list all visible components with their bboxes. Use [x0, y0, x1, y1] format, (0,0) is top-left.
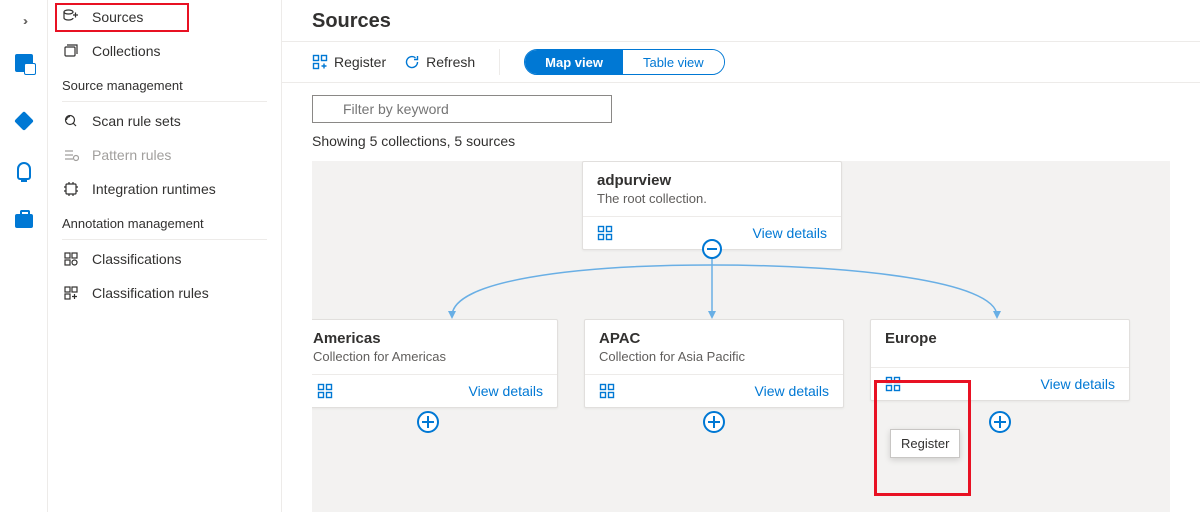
collections-icon [62, 42, 80, 60]
scan-icon [62, 112, 80, 130]
rail-item-overview[interactable] [0, 42, 48, 84]
view-details-link[interactable]: View details [753, 225, 827, 241]
integration-icon [62, 180, 80, 198]
card-subtitle [871, 349, 1129, 367]
sidebar-item-sources[interactable]: Sources [48, 0, 281, 34]
refresh-label: Refresh [426, 54, 475, 70]
sidebar-item-label: Classifications [92, 251, 181, 267]
sidebar-item-classification-rules[interactable]: Classification rules [48, 276, 281, 310]
view-details-link[interactable]: View details [755, 383, 829, 399]
view-toggle: Map view Table view [524, 49, 725, 75]
classification-rules-icon [62, 284, 80, 302]
expand-button-americas[interactable] [417, 411, 439, 433]
table-view-tab[interactable]: Table view [623, 50, 724, 74]
bulb-icon [17, 162, 31, 180]
sidebar-item-label: Integration runtimes [92, 181, 216, 197]
main: Sources Register Refresh Map view Table … [282, 0, 1200, 512]
icon-rail: ›› [0, 0, 48, 512]
sidebar-item-label: Collections [92, 43, 160, 59]
rail-item-insights[interactable] [0, 150, 48, 192]
collection-card-apac[interactable]: APAC Collection for Asia Pacific View de… [584, 319, 844, 408]
filter-input[interactable] [312, 95, 612, 123]
divider [499, 49, 500, 75]
view-details-link[interactable]: View details [469, 383, 543, 399]
grid-icon[interactable] [317, 383, 333, 399]
sidebar-item-label: Classification rules [92, 285, 209, 301]
card-subtitle: Collection for Asia Pacific [585, 349, 843, 374]
briefcase-icon [15, 214, 33, 228]
map-view-tab[interactable]: Map view [525, 50, 623, 74]
card-subtitle: The root collection. [583, 191, 841, 216]
filter-row [282, 83, 1200, 129]
sidebar-item-collections[interactable]: Collections [48, 34, 281, 68]
register-button[interactable]: Register [312, 54, 386, 70]
grid-plus-icon [312, 54, 328, 70]
sidebar-item-scan-rule-sets[interactable]: Scan rule sets [48, 104, 281, 138]
expand-button-apac[interactable] [703, 411, 725, 433]
sidebar: Sources Collections Source management Sc… [48, 0, 282, 512]
collapse-button[interactable] [702, 239, 722, 259]
refresh-button[interactable]: Refresh [404, 54, 475, 70]
overview-icon [15, 54, 33, 72]
page-title: Sources [282, 0, 1200, 41]
highlight-europe-register [874, 380, 971, 496]
summary-text: Showing 5 collections, 5 sources [282, 129, 1200, 159]
card-subtitle: Collection for Americas [312, 349, 557, 374]
expand-button-europe[interactable] [989, 411, 1011, 433]
rail-item-catalog[interactable] [0, 100, 48, 142]
divider [62, 101, 267, 102]
pattern-icon [62, 146, 80, 164]
sidebar-section-source-mgmt: Source management [48, 68, 281, 99]
sidebar-item-label: Sources [92, 9, 143, 25]
chevrons-right-icon: ›› [23, 14, 25, 28]
sidebar-item-label: Pattern rules [92, 147, 171, 163]
card-title: Americas [312, 320, 557, 349]
database-icon [62, 8, 80, 26]
divider [62, 239, 267, 240]
diamond-icon [14, 111, 34, 131]
card-title: APAC [585, 320, 843, 349]
card-title: Europe [871, 320, 1129, 349]
grid-icon[interactable] [597, 225, 613, 241]
refresh-icon [404, 54, 420, 70]
classifications-icon [62, 250, 80, 268]
collection-card-root[interactable]: adpurview The root collection. View deta… [582, 161, 842, 250]
rail-item-management[interactable] [0, 200, 48, 242]
collection-card-americas[interactable]: Americas Collection for Americas View de… [312, 319, 558, 408]
sidebar-item-classifications[interactable]: Classifications [48, 242, 281, 276]
sidebar-item-label: Scan rule sets [92, 113, 181, 129]
rail-expand-button[interactable]: ›› [0, 0, 48, 42]
toolbar: Register Refresh Map view Table view [282, 41, 1200, 83]
view-details-link[interactable]: View details [1041, 376, 1115, 392]
sidebar-item-pattern-rules[interactable]: Pattern rules [48, 138, 281, 172]
map-canvas[interactable]: adpurview The root collection. View deta… [312, 161, 1170, 512]
card-title: adpurview [583, 162, 841, 191]
sidebar-item-integration-runtimes[interactable]: Integration runtimes [48, 172, 281, 206]
register-label: Register [334, 54, 386, 70]
grid-icon[interactable] [599, 383, 615, 399]
sidebar-section-annotation-mgmt: Annotation management [48, 206, 281, 237]
